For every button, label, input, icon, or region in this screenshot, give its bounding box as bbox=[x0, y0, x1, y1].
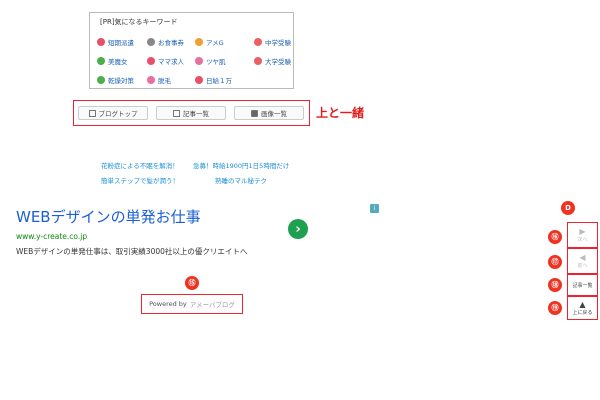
article-list-label: 記事一覧 bbox=[183, 110, 209, 118]
back-to-top-button[interactable]: ▲ 上に戻る bbox=[567, 296, 598, 320]
marker-19: ⑲ bbox=[548, 301, 562, 315]
keyword-link[interactable]: 大学受験 bbox=[254, 56, 291, 66]
keyword-label: アメG bbox=[206, 39, 224, 47]
text-link-4[interactable]: 熟睡のマル秘テク bbox=[215, 175, 267, 185]
powered-brand: アメーバブログ bbox=[189, 301, 235, 309]
marker-17: ⑰ bbox=[548, 255, 562, 269]
keyword-link[interactable]: 中学受験 bbox=[254, 37, 291, 47]
keyword-label: 乾燥対策 bbox=[108, 77, 134, 85]
sakura-icon bbox=[254, 38, 262, 46]
article-list-button[interactable]: 記事一覧 bbox=[156, 106, 226, 120]
utensils-icon bbox=[147, 38, 155, 46]
prev-button[interactable]: ◀ 前へ bbox=[567, 248, 598, 274]
keyword-label: 短期派遣 bbox=[108, 39, 134, 47]
person-icon bbox=[97, 38, 105, 46]
blog-top-label: ブログトップ bbox=[98, 110, 138, 118]
prev-label: 前へ bbox=[577, 262, 588, 269]
keyword-label: ママ求人 bbox=[158, 58, 184, 66]
marker-15: ⑮ bbox=[185, 276, 199, 290]
text-link-2[interactable]: 急募！時給1900円1日5時間だけ bbox=[193, 160, 289, 170]
article-list-side-label: 記事一覧 bbox=[572, 282, 593, 289]
keyword-title: [PR]気になるキーワード bbox=[100, 18, 178, 26]
keyword-label: 日給１万 bbox=[206, 77, 232, 85]
ad-url-link[interactable]: www.y-create.co.jp bbox=[16, 232, 87, 241]
next-button[interactable]: ▶ 次へ bbox=[567, 222, 598, 248]
ad-info-icon[interactable]: i bbox=[370, 204, 379, 213]
keyword-label: 美魔女 bbox=[108, 58, 128, 66]
ad-description: WEBデザインの単発仕事は、取引実績3000社以上の優クリエイトへ bbox=[16, 247, 248, 256]
powered-prefix: Powered by bbox=[149, 300, 187, 308]
keyword-link[interactable]: アメG bbox=[195, 37, 224, 47]
image-list-button[interactable]: 画像一覧 bbox=[234, 106, 304, 120]
keyword-link[interactable]: 乾燥対策 bbox=[97, 75, 134, 85]
keyword-link[interactable]: 短期派遣 bbox=[97, 37, 134, 47]
keyword-label: 大学受験 bbox=[265, 58, 291, 66]
camera-icon bbox=[251, 109, 258, 117]
document-icon bbox=[173, 109, 180, 117]
leaf-icon bbox=[97, 76, 105, 84]
keyword-link[interactable]: お食事券 bbox=[147, 37, 184, 47]
annotation-label: 上と一緒 bbox=[316, 106, 365, 120]
triangle-up-icon: ▲ bbox=[579, 299, 586, 309]
keyword-label: お食事券 bbox=[158, 39, 184, 47]
chevron-right-icon[interactable]: › bbox=[288, 219, 308, 239]
image-list-label: 画像一覧 bbox=[261, 110, 287, 118]
blog-icon bbox=[88, 109, 96, 117]
text-link-3[interactable]: 簡単ステップで髪が潤う！ bbox=[101, 175, 179, 185]
leaf-icon bbox=[97, 57, 105, 65]
blog-top-button[interactable]: ブログトップ bbox=[78, 106, 148, 120]
person-icon bbox=[195, 76, 203, 84]
article-list-side-button[interactable]: 記事一覧 bbox=[567, 274, 598, 296]
powered-by[interactable]: Powered by アメーバブログ bbox=[141, 294, 243, 314]
next-label: 次へ bbox=[577, 236, 588, 243]
keyword-label: 脱毛 bbox=[158, 77, 171, 85]
keyword-link[interactable]: 美魔女 bbox=[97, 56, 128, 66]
keyword-label: ツヤ肌 bbox=[206, 58, 226, 66]
sakura-icon bbox=[254, 57, 262, 65]
marker-d: D bbox=[561, 201, 575, 215]
keyword-link[interactable]: 脱毛 bbox=[147, 75, 171, 85]
marker-18: ⑱ bbox=[548, 278, 562, 292]
marker-16: ⑯ bbox=[548, 230, 562, 244]
play-left-icon: ◀ bbox=[579, 252, 586, 262]
ad-title-link[interactable]: WEBデザインの単発お仕事 bbox=[16, 206, 201, 227]
heart-icon bbox=[195, 57, 203, 65]
keyword-link[interactable]: ツヤ肌 bbox=[195, 56, 226, 66]
play-right-icon: ▶ bbox=[579, 226, 586, 236]
heart-icon bbox=[147, 76, 155, 84]
person-icon bbox=[147, 57, 155, 65]
keyword-label: 中学受験 bbox=[265, 39, 291, 47]
back-to-top-label: 上に戻る bbox=[572, 309, 593, 316]
rainbow-icon bbox=[195, 38, 203, 46]
keyword-link[interactable]: 日給１万 bbox=[195, 75, 232, 85]
text-link-1[interactable]: 花粉症による不眠を解消！ bbox=[101, 160, 179, 170]
keyword-link[interactable]: ママ求人 bbox=[147, 56, 184, 66]
